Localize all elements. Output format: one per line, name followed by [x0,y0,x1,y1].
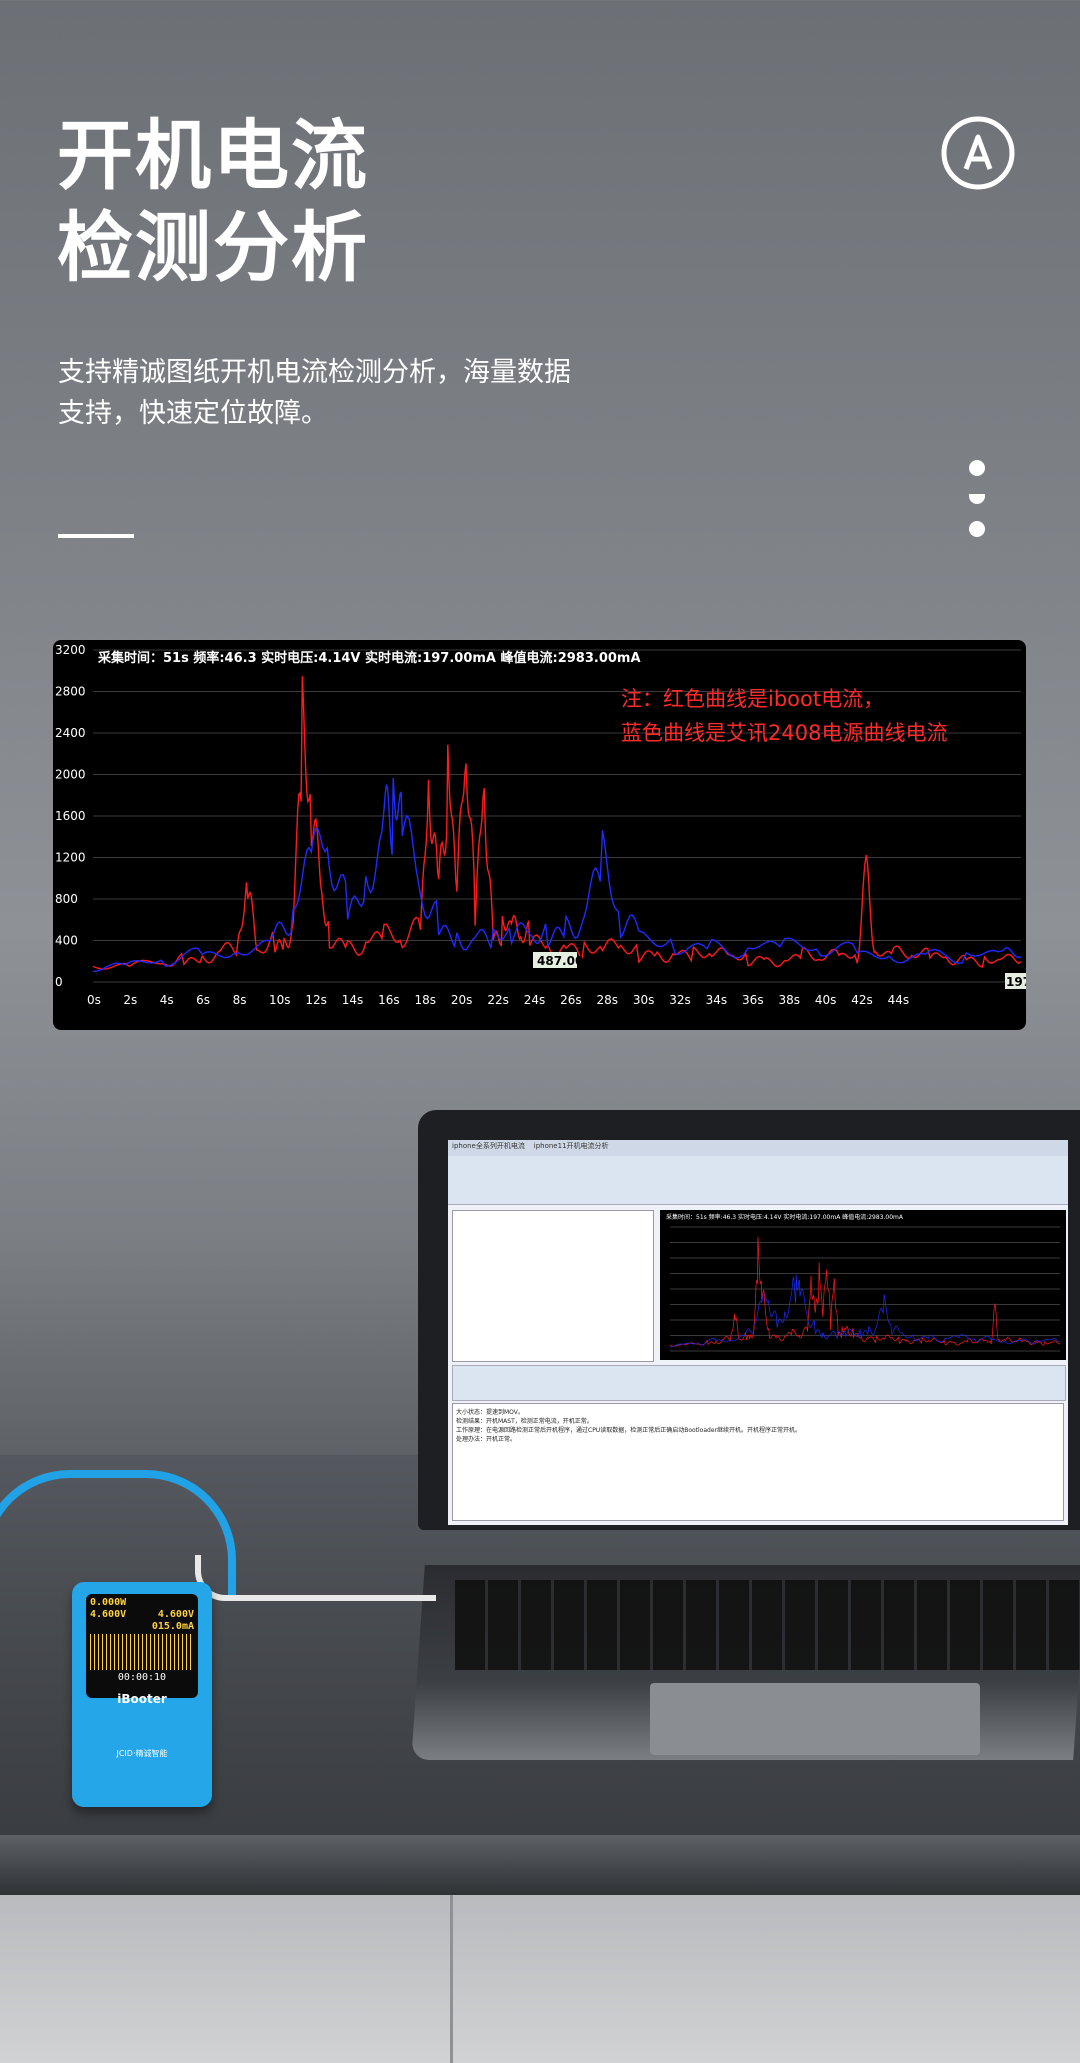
app-tab-bar: iphone全系列开机电流 iphone11开机电流分析 [448,1140,1068,1156]
laptop-screen: iphone全系列开机电流 iphone11开机电流分析 采集时间：51s 频率… [448,1140,1068,1525]
cabinet-divider [450,1895,453,2063]
page-title: 开机电流 检测分析 [57,110,369,294]
ibooter-power: 0.000W [90,1597,127,1608]
y-tick-label: 1200 [55,851,86,865]
y-tick-label: 2000 [55,768,86,782]
series-line-blue [92,777,1022,973]
x-tick-label: 14s [342,993,364,1007]
white-cable [195,1555,436,1601]
ibooter-voltage-2: 4.600V [157,1609,194,1620]
x-tick-label: 20s [451,993,473,1007]
x-tick-label: 44s [888,993,910,1007]
y-tick-label: 2400 [55,726,86,740]
x-tick-label: 26s [560,993,582,1007]
result-line-3: 工作原理：在电源回路检测正常后开机程序，通过CPU读取数据，检测正常后正确启动B… [456,1427,801,1434]
x-tick-label: 22s [487,993,509,1007]
brand-logo-icon [941,116,1015,190]
x-tick-label: 42s [851,993,873,1007]
result-line-1: 大小状态：提速到MOV。 [456,1409,524,1416]
x-tick-label: 30s [633,993,655,1007]
current-chart-svg: 0 400 800 1200 1600 2000 2400 2800 3200 0s 2s 4s 6s… [55,643,1026,1007]
chart-note-line-2: 蓝色曲线是艾讯2408电源曲线电流 [621,721,947,745]
y-tick-label: 0 [55,975,63,989]
ibooter-name: iBooter [117,1692,167,1706]
ibooter-timer: 00:00:10 [117,1672,167,1683]
page-subtitle: 支持精诚图纸开机电流检测分析，海量数据 支持，快速定位故障。 [58,352,678,434]
x-tick-label: 2s [123,993,137,1007]
cursor-label: 487.00 [537,954,583,968]
y-tick-label: 800 [55,892,78,906]
section-divider [58,534,134,538]
x-tick-label: 0s [87,993,101,1007]
x-tick-label: 28s [596,993,618,1007]
x-tick-label: 6s [196,993,210,1007]
app-tab-1[interactable]: iphone全系列开机电流 [452,1142,525,1150]
app-controls [452,1365,1066,1401]
x-tick-label: 16s [378,993,400,1007]
x-tick-label: 8s [233,993,247,1007]
app-mini-chart: 采集时间：51s 频率:46.3 实时电压:4.14V 实时电流:197.00m… [660,1210,1066,1360]
ibooter-voltage-1: 4.600V [90,1609,127,1620]
series-line-red [669,1236,1061,1347]
x-tick-label: 4s [160,993,174,1007]
app-file-list[interactable] [452,1210,654,1362]
more-dots-icon [966,460,988,540]
y-tick-label: 1600 [55,809,86,823]
app-result-text: 大小状态：提速到MOV。 检测结果：开机MAST，检测正常电流，开机正常。 工作… [452,1403,1064,1521]
result-line-2: 检测结果：开机MAST，检测正常电流，开机正常。 [456,1418,593,1425]
title-line-1: 开机电流 [57,111,369,200]
series-line-blue [669,1274,1060,1348]
ibooter-current: 015.0mA [151,1621,194,1632]
y-tick-label: 3200 [55,643,86,657]
ibooter-brand: JCID·精诚智能 [116,1749,168,1758]
subtitle-line-1: 支持精诚图纸开机电流检测分析，海量数据 [58,357,571,388]
end-label: 197 [1006,975,1026,989]
x-tick-label: 24s [524,993,546,1007]
x-tick-label: 40s [815,993,837,1007]
x-tick-label: 38s [778,993,800,1007]
x-tick-label: 32s [669,993,691,1007]
app-tab-2[interactable]: iphone11开机电流分析 [534,1142,609,1150]
subtitle-line-2: 支持，快速定位故障。 [58,398,328,429]
laptop-keyboard [455,1580,1080,1670]
y-tick-label: 400 [55,934,78,948]
x-tick-label: 34s [706,993,728,1007]
y-tick-label: 2800 [55,685,86,699]
current-chart: 0 400 800 1200 1600 2000 2400 2800 3200 0s 2s 4s 6s… [53,640,1026,1030]
title-line-2: 检测分析 [57,203,369,292]
x-tick-label: 18s [415,993,437,1007]
laptop-touchpad [650,1683,980,1755]
result-line-4: 处理办法：开机正常。 [456,1436,517,1443]
app-mini-stats: 采集时间：51s 频率:46.3 实时电压:4.14V 实时电流:197.00m… [666,1214,904,1221]
app-mini-chart-svg [669,1226,1061,1352]
chart-stats: 采集时间：51s 频率:46.3 实时电压:4.14V 实时电流:197.00m… [97,650,641,666]
x-tick-label: 12s [305,993,327,1007]
ibooter-screen: 0.000W 4.600V 4.600V 015.0mA 00:00:10 [86,1594,198,1698]
ibooter-waveform [90,1634,194,1670]
app-toolbar [448,1156,1068,1205]
desk-edge [0,1835,1080,1895]
x-tick-label: 10s [269,993,291,1007]
x-tick-label: 36s [742,993,764,1007]
cabinet [0,1895,1080,2063]
chart-note-line-1: 注：红色曲线是iboot电流， [621,687,884,711]
